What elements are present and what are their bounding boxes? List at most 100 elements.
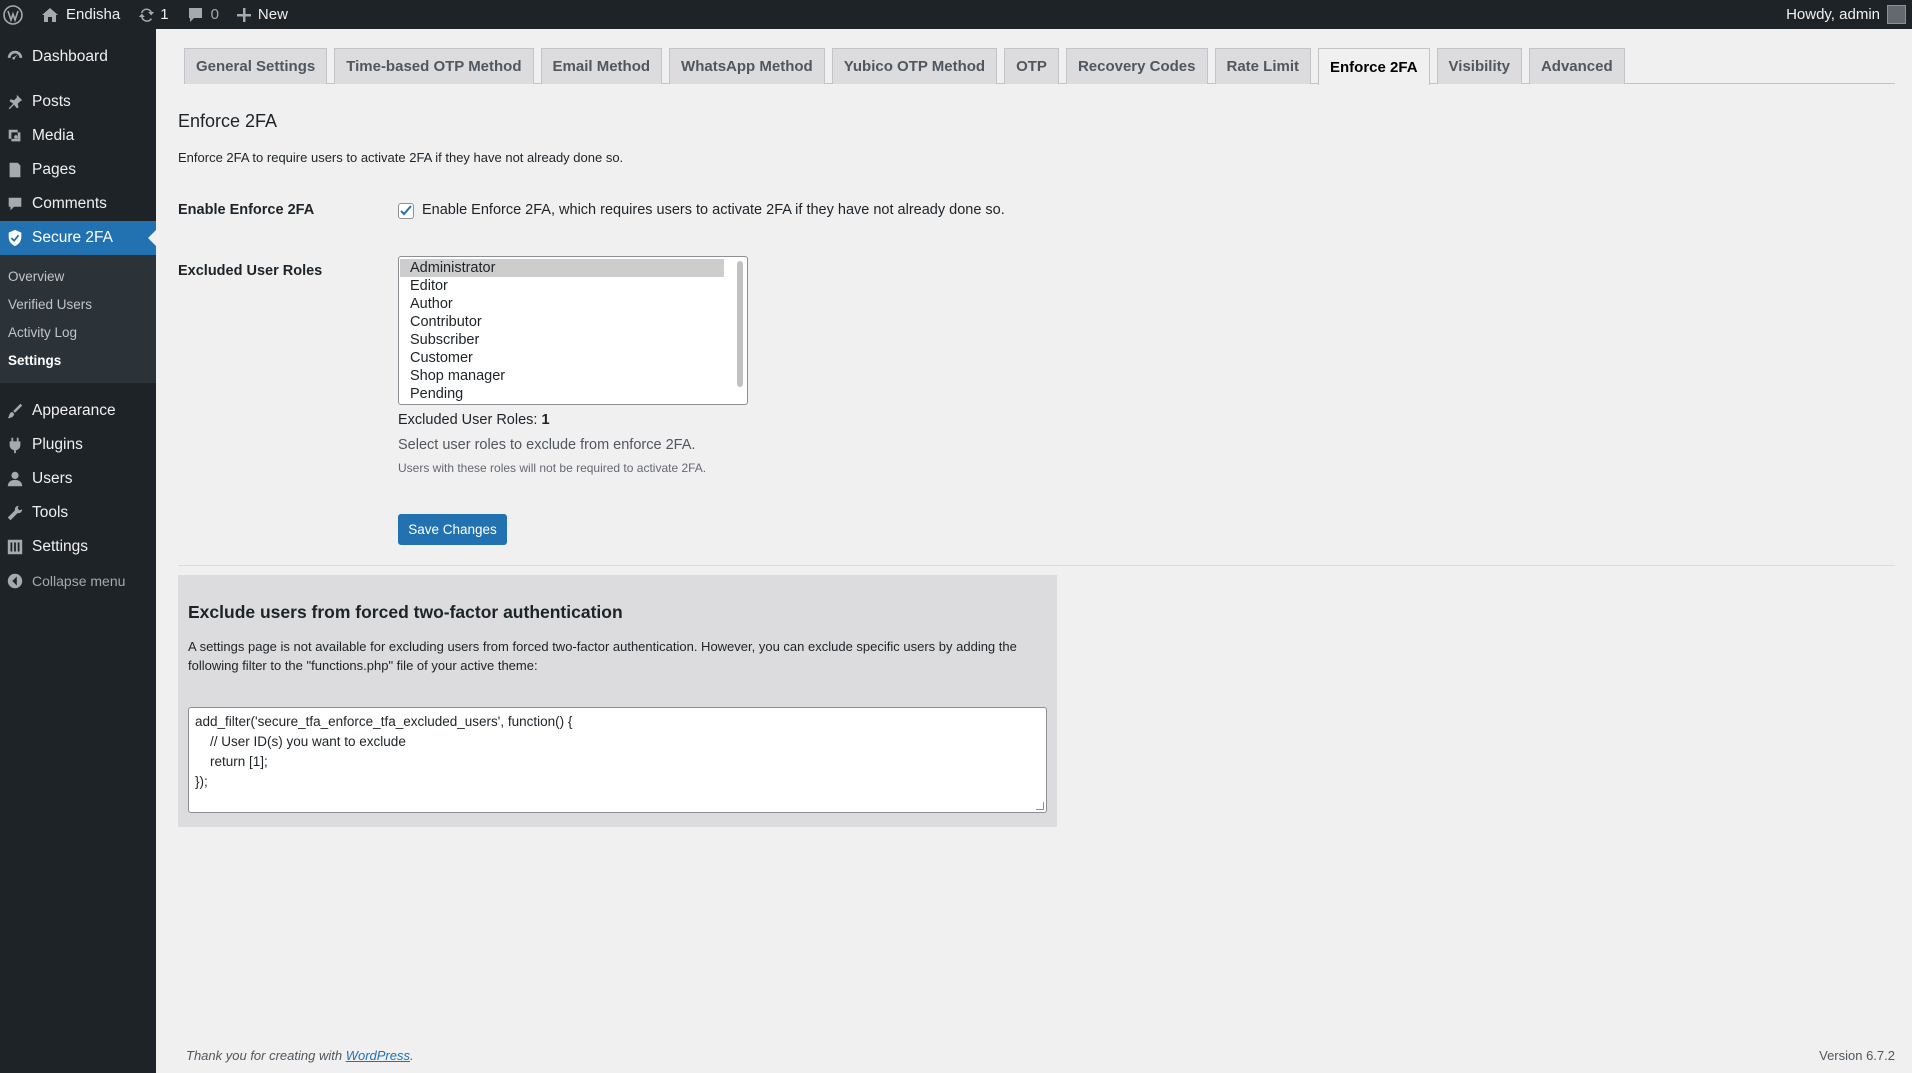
- tab-advanced[interactable]: Advanced: [1528, 48, 1625, 84]
- tab-general-settings[interactable]: General Settings: [184, 48, 328, 84]
- excluded-help-subtext: Users with these roles will not be requi…: [398, 461, 707, 475]
- comment-icon: [188, 7, 202, 22]
- wordpress-link[interactable]: WordPress: [346, 1048, 410, 1063]
- submenu-overview[interactable]: Overview: [0, 262, 156, 290]
- collapse-menu-button[interactable]: Collapse menu: [0, 564, 156, 598]
- role-option[interactable]: Shop manager: [400, 367, 724, 385]
- paintbrush-icon: [7, 403, 23, 419]
- page-title: Enforce 2FA: [178, 111, 278, 131]
- role-option[interactable]: Author: [400, 295, 724, 313]
- media-icon: [8, 129, 21, 142]
- excluded-roles-label: Excluded User Roles: [178, 263, 323, 279]
- submenu-settings[interactable]: Settings: [0, 346, 156, 374]
- enable-enforce-checkbox[interactable]: [398, 203, 414, 219]
- role-option[interactable]: Subscriber: [400, 331, 724, 349]
- comment-icon: [8, 197, 22, 211]
- filter-code-textarea[interactable]: add_filter('secure_tfa_enforce_tfa_exclu…: [188, 707, 1047, 813]
- menu-settings-label: Settings: [32, 538, 89, 555]
- save-changes-button[interactable]: Save Changes: [398, 514, 507, 545]
- menu-pages[interactable]: Pages: [0, 153, 156, 187]
- submenu-verified-users[interactable]: Verified Users: [0, 290, 156, 318]
- site-name: Endisha: [66, 6, 121, 23]
- excluded-roles-count: Excluded User Roles: 1: [398, 412, 550, 428]
- menu-appearance[interactable]: Appearance: [0, 394, 156, 428]
- menu-tools-label: Tools: [32, 504, 69, 521]
- role-option[interactable]: Administrator: [400, 259, 724, 277]
- menu-dashboard-label: Dashboard: [32, 48, 108, 65]
- admin-sidebar: Dashboard Posts Media Pages Comments Sec…: [0, 29, 156, 1073]
- tab-email-method[interactable]: Email Method: [540, 48, 663, 84]
- collapse-menu-label: Collapse menu: [32, 573, 126, 589]
- menu-secure-2fa[interactable]: Secure 2FA: [0, 221, 156, 255]
- menu-posts-label: Posts: [32, 93, 71, 110]
- role-option[interactable]: Editor: [400, 277, 724, 295]
- wrench-icon: [7, 505, 23, 521]
- enable-enforce-checkbox-label[interactable]: Enable Enforce 2FA, which requires users…: [422, 202, 1005, 218]
- menu-pages-label: Pages: [32, 161, 76, 178]
- divider: [178, 565, 1895, 566]
- menu-comments[interactable]: Comments: [0, 187, 156, 221]
- exclude-users-info-box: Exclude users from forced two-factor aut…: [178, 575, 1057, 827]
- settings-sliders-icon: [7, 539, 23, 555]
- howdy-text: Howdy, admin: [1786, 6, 1880, 23]
- updates-count: 1: [160, 6, 169, 23]
- menu-media[interactable]: Media: [0, 119, 156, 153]
- menu-appearance-label: Appearance: [32, 402, 116, 419]
- role-option[interactable]: Customer: [400, 349, 724, 367]
- pushpin-icon: [8, 94, 23, 110]
- checkmark-icon: [400, 205, 412, 216]
- menu-posts[interactable]: Posts: [0, 85, 156, 119]
- filter-code: add_filter('secure_tfa_enforce_tfa_exclu…: [195, 714, 573, 789]
- info-title: Exclude users from forced two-factor aut…: [188, 602, 623, 622]
- tab-yubico-otp[interactable]: Yubico OTP Method: [831, 48, 998, 84]
- wordpress-logo-icon[interactable]: [0, 0, 32, 29]
- tab-otp[interactable]: OTP: [1004, 48, 1059, 84]
- tab-visibility[interactable]: Visibility: [1436, 48, 1522, 84]
- menu-plugins-label: Plugins: [32, 436, 83, 453]
- submenu-activity-log[interactable]: Activity Log: [0, 318, 156, 346]
- menu-users[interactable]: Users: [0, 462, 156, 496]
- select-scrollbar[interactable]: [737, 261, 743, 387]
- menu-settings[interactable]: Settings: [0, 530, 156, 564]
- menu-plugins[interactable]: Plugins: [0, 428, 156, 462]
- tab-enforce-2fa[interactable]: Enforce 2FA: [1318, 48, 1430, 85]
- collapse-arrow-icon: [7, 573, 23, 589]
- site-name-link[interactable]: Endisha: [32, 0, 129, 29]
- comments-link[interactable]: 0: [178, 0, 228, 29]
- footer-thanks: Thank you for creating with WordPress.: [186, 1048, 414, 1063]
- avatar: [1887, 5, 1906, 24]
- settings-tabs: General Settings Time-based OTP Method E…: [184, 48, 1895, 85]
- tab-time-based-otp[interactable]: Time-based OTP Method: [334, 48, 534, 84]
- resize-handle[interactable]: [1036, 802, 1044, 810]
- tab-whatsapp-method[interactable]: WhatsApp Method: [669, 48, 825, 84]
- footer-version: Version 6.7.2: [1819, 1048, 1895, 1063]
- menu-secure-2fa-label: Secure 2FA: [32, 229, 113, 246]
- menu-tools[interactable]: Tools: [0, 496, 156, 530]
- menu-media-label: Media: [32, 127, 75, 144]
- updates-link[interactable]: 1: [129, 0, 177, 29]
- comments-count: 0: [210, 6, 219, 23]
- footer-thanks-prefix: Thank you for creating with: [186, 1048, 346, 1063]
- menu-dashboard[interactable]: Dashboard: [0, 40, 156, 74]
- secure-2fa-submenu: Overview Verified Users Activity Log Set…: [0, 255, 156, 383]
- tab-recovery-codes[interactable]: Recovery Codes: [1065, 48, 1208, 84]
- menu-comments-label: Comments: [32, 195, 107, 212]
- section-description: Enforce 2FA to require users to activate…: [178, 150, 624, 165]
- enable-enforce-label: Enable Enforce 2FA: [178, 202, 315, 218]
- plugin-icon: [9, 437, 21, 454]
- admin-bar: Endisha 1 0 New Howdy, admin: [0, 0, 1912, 29]
- role-option[interactable]: Pending: [400, 385, 724, 403]
- new-content-link[interactable]: New: [228, 0, 297, 29]
- menu-users-label: Users: [32, 470, 73, 487]
- user-icon: [7, 471, 23, 487]
- role-option[interactable]: Contributor: [400, 313, 724, 331]
- tab-rate-limit[interactable]: Rate Limit: [1214, 48, 1312, 84]
- home-icon: [42, 7, 58, 22]
- footer-thanks-suffix: .: [410, 1048, 414, 1063]
- excluded-count-label: Excluded User Roles:: [398, 412, 542, 428]
- dashboard-icon: [7, 50, 23, 60]
- excluded-help-text: Select user roles to exclude from enforc…: [398, 437, 696, 453]
- excluded-roles-select[interactable]: Administrator Editor Author Contributor …: [398, 256, 748, 405]
- pages-icon: [9, 162, 21, 178]
- my-account[interactable]: Howdy, admin: [1786, 5, 1912, 24]
